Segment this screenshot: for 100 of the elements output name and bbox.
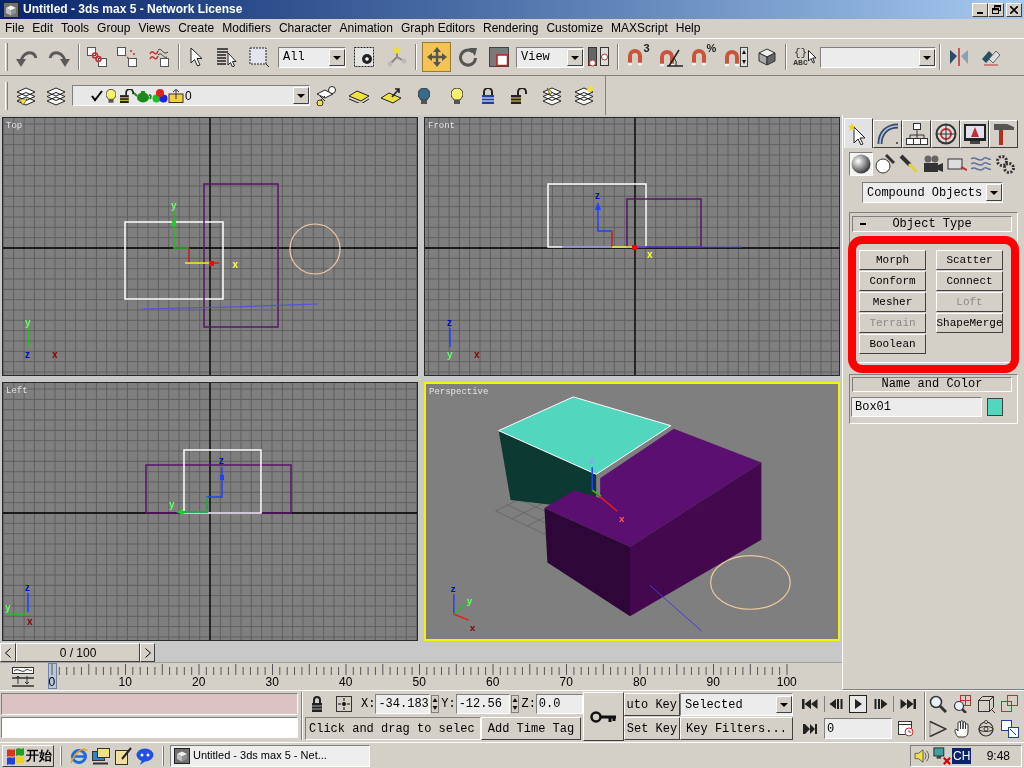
geometry-button[interactable] bbox=[849, 152, 873, 176]
viewport-label[interactable]: Left bbox=[6, 386, 28, 396]
menu-item[interactable]: Create bbox=[174, 20, 219, 37]
object-type-button[interactable]: Conform bbox=[859, 271, 926, 291]
add-time-tag-button[interactable]: Add Time Tag bbox=[481, 717, 581, 740]
key-mode-icon[interactable] bbox=[803, 722, 817, 735]
light-bulb-icon[interactable] bbox=[418, 87, 430, 104]
layers-icon[interactable] bbox=[542, 85, 562, 106]
padlock-open-icon[interactable] bbox=[120, 88, 134, 103]
layers-icon[interactable] bbox=[16, 85, 36, 106]
menu-item[interactable]: Help bbox=[671, 20, 705, 37]
move-button[interactable] bbox=[422, 42, 451, 72]
go-to-end-icon[interactable] bbox=[900, 698, 916, 710]
time-configuration-icon[interactable] bbox=[898, 720, 914, 737]
layers-icon[interactable] bbox=[46, 85, 66, 106]
rollout-header[interactable]: Name and Color bbox=[852, 377, 1012, 392]
field-of-view-icon[interactable] bbox=[929, 719, 947, 738]
rollout-header[interactable]: Object Type bbox=[852, 216, 1012, 232]
gizmo-handles-icon[interactable] bbox=[387, 47, 407, 67]
speaker-icon[interactable] bbox=[914, 747, 932, 764]
mirror-icon[interactable] bbox=[949, 47, 969, 67]
transform-gizmo[interactable] bbox=[176, 466, 224, 515]
object-type-button[interactable]: Mesher bbox=[859, 292, 926, 312]
next-frame-button[interactable] bbox=[140, 643, 155, 662]
menu-item[interactable]: Graph Editors bbox=[397, 20, 480, 37]
light-bulb-icon[interactable] bbox=[106, 88, 116, 103]
padlock-icon[interactable] bbox=[311, 696, 323, 712]
link-icon[interactable] bbox=[87, 47, 107, 67]
viewport[interactable]: Left z y z x y bbox=[2, 382, 418, 641]
snap-toggle-button[interactable]: % bbox=[687, 43, 720, 71]
dashed-rectangle-icon[interactable] bbox=[249, 47, 269, 67]
create-tab[interactable] bbox=[844, 118, 873, 148]
set-keys-button[interactable] bbox=[583, 692, 624, 741]
listener-output-field[interactable] bbox=[1, 717, 298, 738]
zoom-icon[interactable] bbox=[929, 694, 947, 713]
viewport-label[interactable]: Front bbox=[428, 121, 455, 131]
maximize-toggle-icon[interactable] bbox=[1001, 719, 1019, 738]
hand-icon[interactable] bbox=[953, 719, 971, 738]
transform-gizmo[interactable] bbox=[172, 211, 220, 266]
lights-button[interactable] bbox=[897, 152, 921, 176]
key-filters-button[interactable]: Key Filters... bbox=[680, 717, 793, 740]
layers-icon[interactable] bbox=[574, 85, 594, 106]
notepad-icon[interactable] bbox=[114, 746, 132, 765]
play-icon[interactable] bbox=[849, 695, 867, 713]
menu-item[interactable]: Group bbox=[93, 20, 135, 37]
object-type-button[interactable]: Boolean bbox=[859, 334, 926, 354]
cursor-arrow-icon[interactable] bbox=[190, 47, 204, 67]
object-type-button[interactable]: Scatter bbox=[936, 250, 1003, 270]
unlink-icon[interactable] bbox=[117, 47, 137, 67]
menu-item[interactable]: Rendering bbox=[479, 20, 543, 37]
key-filter-dropdown[interactable]: Selected bbox=[680, 693, 793, 716]
spinner-arrows-icon[interactable] bbox=[431, 695, 440, 713]
next-frame-icon[interactable] bbox=[874, 698, 888, 710]
menu-item[interactable]: File bbox=[1, 20, 29, 37]
close-button[interactable] bbox=[1006, 2, 1022, 17]
input-language-indicator[interactable]: CH bbox=[952, 747, 972, 764]
coordinate-field[interactable]: -12.56 bbox=[455, 694, 511, 714]
layer-select-icon[interactable] bbox=[316, 85, 338, 106]
coordinate-field[interactable]: 0.0 bbox=[535, 694, 583, 714]
box-arrow-icon[interactable] bbox=[168, 88, 184, 103]
padlock-open-icon[interactable] bbox=[511, 87, 527, 104]
arc-rotate-icon[interactable] bbox=[977, 719, 995, 738]
tick-icon[interactable] bbox=[91, 89, 103, 102]
minimize-button[interactable] bbox=[972, 2, 988, 17]
object-type-button[interactable]: ShapeMerge bbox=[936, 313, 1003, 333]
motion-tab[interactable] bbox=[931, 120, 960, 148]
frame-marker[interactable] bbox=[48, 663, 57, 689]
set-key-button[interactable]: Set Key bbox=[624, 717, 680, 740]
sheet-icon[interactable] bbox=[348, 88, 370, 103]
menu-item[interactable]: Animation bbox=[335, 20, 397, 37]
systems-button[interactable] bbox=[993, 152, 1017, 176]
color-swatch[interactable] bbox=[987, 398, 1003, 416]
squiggle-box-icon[interactable] bbox=[149, 47, 169, 67]
listener-input-field[interactable] bbox=[1, 693, 298, 715]
utilities-tab[interactable] bbox=[989, 120, 1018, 148]
previous-frame-button[interactable] bbox=[0, 643, 16, 662]
menu-item[interactable]: Character bbox=[274, 20, 336, 37]
transform-gizmo[interactable] bbox=[595, 202, 637, 250]
menu-item[interactable]: Modifiers bbox=[218, 20, 275, 37]
restore-button[interactable] bbox=[988, 2, 1004, 17]
viewport[interactable]: Top y x y z x bbox=[2, 117, 418, 376]
curve-editor-icon[interactable] bbox=[12, 667, 34, 687]
transform-gizmo[interactable] bbox=[591, 466, 618, 512]
coordinate-system-dropdown[interactable]: View bbox=[516, 46, 584, 68]
spinner-arrows-icon[interactable] bbox=[511, 695, 520, 713]
frame-ruler[interactable] bbox=[50, 664, 790, 675]
teapot-icon[interactable] bbox=[134, 88, 152, 103]
taskbar-button[interactable]: Untitled - 3ds max 5 - Net... bbox=[170, 744, 370, 767]
time-slider-track[interactable]: 0 / 100 bbox=[0, 643, 842, 663]
named-selection-dropdown[interactable] bbox=[820, 46, 936, 68]
category-dropdown[interactable]: Compound Objects bbox=[862, 182, 1003, 203]
padlock-icon[interactable] bbox=[481, 87, 495, 104]
coordinate-field[interactable]: -34.183 bbox=[375, 694, 431, 714]
auto-key-button[interactable]: uto Key bbox=[624, 693, 680, 716]
menu-item[interactable]: Views bbox=[134, 20, 175, 37]
desktop-windows-icon[interactable] bbox=[92, 746, 110, 765]
zoom-all-icon[interactable] bbox=[953, 694, 971, 713]
object-type-button[interactable]: Morph bbox=[859, 250, 926, 270]
box-icon[interactable] bbox=[757, 47, 777, 67]
crosshair-box-icon[interactable] bbox=[336, 696, 352, 712]
